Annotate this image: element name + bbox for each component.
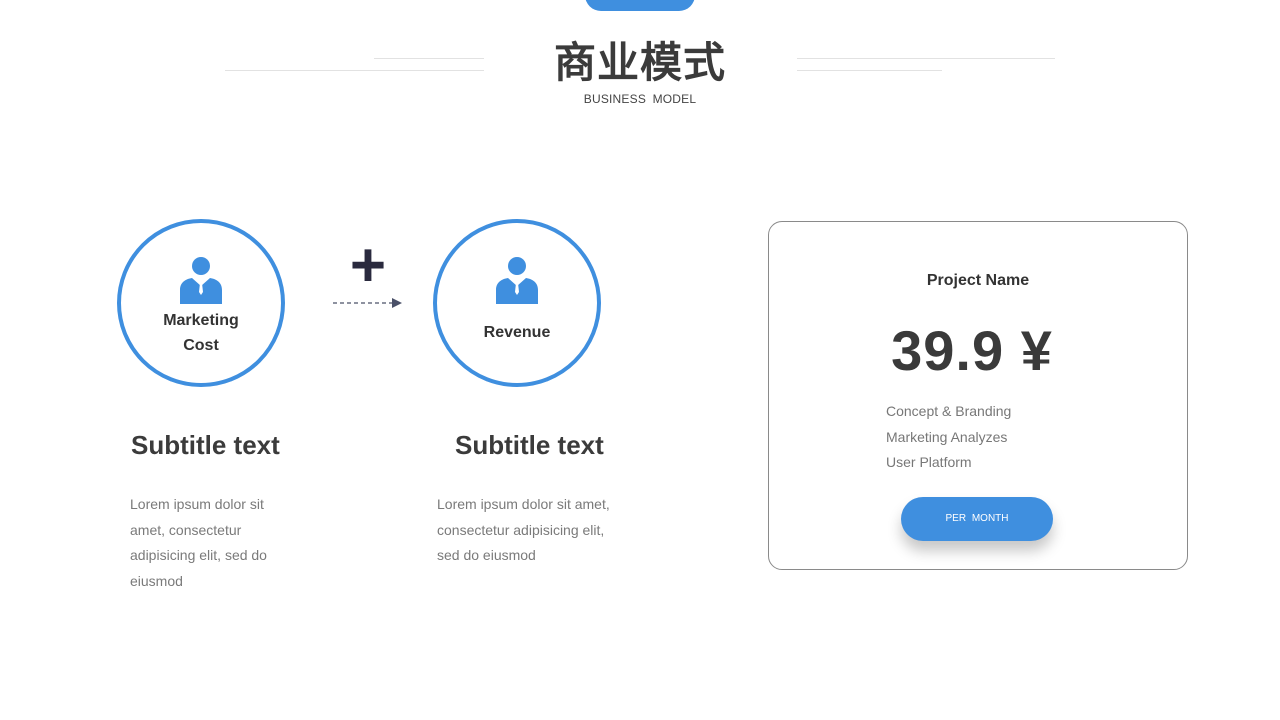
marketing-cost-circle: Marketing Cost [117, 219, 285, 387]
circle-label-cost: Cost [183, 337, 219, 354]
desc-line: Lorem ipsum dolor sit [130, 496, 264, 512]
desc-line: amet, consectetur [130, 521, 242, 538]
page-subtitle: BUSINESS MODEL [583, 92, 697, 106]
feature-item: Concept & Branding [886, 403, 1012, 419]
top-tab-decoration [585, 0, 695, 11]
pricing-card: Project Name 39.9 ¥ Concept & Branding M… [768, 221, 1188, 570]
left-subtitle: Subtitle text [131, 430, 280, 460]
desc-line: consectetur adipisicing elit, [437, 521, 605, 538]
desc-line: sed do eiusmod [437, 547, 536, 563]
desc-line: adipisicing elit, sed do [130, 547, 267, 563]
page-title: 商业模式 [553, 38, 726, 87]
revenue-circle: Revenue [433, 219, 601, 387]
plus-icon: + [349, 231, 387, 300]
left-description: Lorem ipsum dolor sit amet, consectetur … [130, 492, 267, 594]
circle-label-marketing: Marketing [163, 312, 239, 329]
per-month-button[interactable]: PER MONTH [901, 497, 1053, 541]
person-icon [180, 257, 222, 304]
right-subtitle: Subtitle text [455, 430, 604, 460]
right-description: Lorem ipsum dolor sit amet, consectetur … [437, 492, 610, 569]
desc-line: Lorem ipsum dolor sit amet, [437, 496, 610, 512]
price-value: 39.9 ¥ [891, 319, 1053, 382]
feature-item: Marketing Analyzes [886, 428, 1008, 445]
feature-item: User Platform [886, 454, 972, 470]
person-icon [496, 257, 538, 304]
feature-list: Concept & Branding Marketing Analyzes Us… [886, 399, 1011, 476]
project-name: Project Name [926, 272, 1030, 289]
dashed-arrow-icon [333, 298, 402, 308]
desc-line: eiusmod [130, 572, 183, 589]
circle-label-revenue: Revenue [483, 324, 551, 341]
